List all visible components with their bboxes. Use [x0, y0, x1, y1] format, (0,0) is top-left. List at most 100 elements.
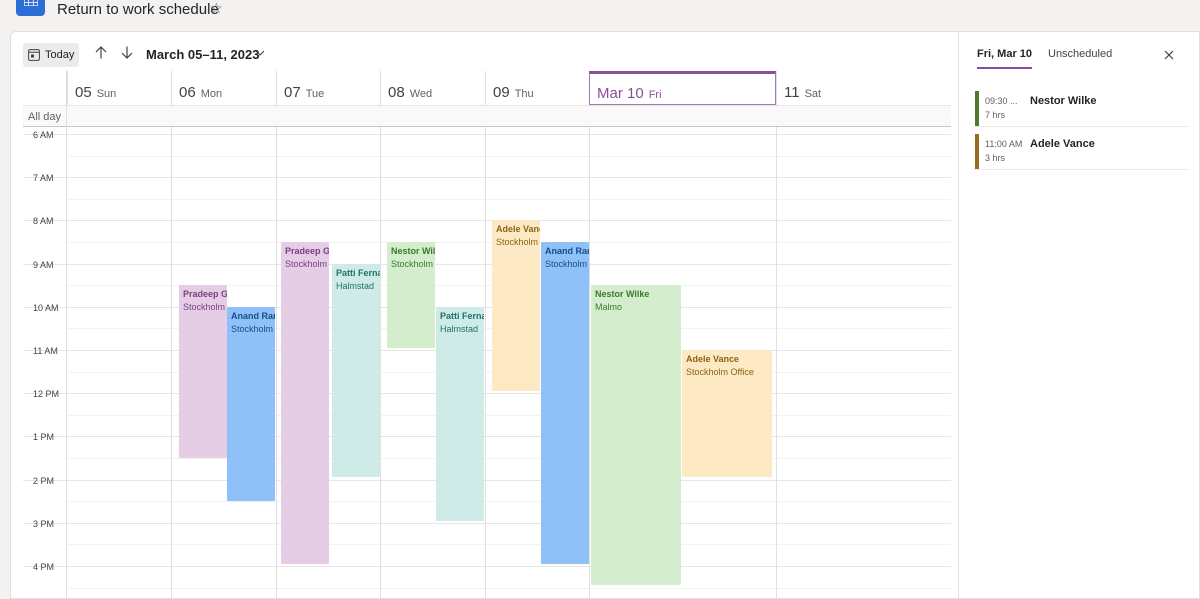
day-header-sun[interactable]: 05 Sun	[67, 71, 171, 105]
page-title: Return to work schedule	[57, 1, 219, 18]
day-number: 09 Thu	[493, 84, 534, 101]
hour-label: 4 PM	[33, 562, 55, 572]
hour-line	[23, 177, 951, 179]
day-header-sat[interactable]: 11 Sat	[776, 71, 951, 105]
date-range-label[interactable]: March 05–11, 2023	[146, 47, 259, 62]
event-color-bar	[975, 134, 979, 169]
day-header-wed[interactable]: 08 Wed	[380, 71, 485, 105]
event-person: Anand Raman	[545, 246, 589, 256]
day-column-divider	[776, 127, 777, 598]
hour-line	[23, 263, 951, 265]
day-number: Mar 10 Fri	[597, 85, 662, 102]
arrow-down-icon[interactable]	[121, 46, 133, 59]
hour-line	[23, 306, 951, 308]
event-person: Nestor Wilke	[595, 289, 650, 300]
event-location: Halmstad	[440, 323, 479, 334]
event-location: Stockholm Office	[391, 259, 435, 269]
event-person: Anand Raman	[231, 310, 275, 321]
hour-label: 10 AM	[33, 302, 59, 313]
event-duration: 7 hrs	[985, 110, 1006, 120]
day-number: 05 Sun	[75, 84, 117, 101]
day-of-week: Tue	[305, 88, 325, 100]
time-grid[interactable]: 6 AM 7 AM 8 AM 9 AM 10 AM 11 AM 12 PM 1 PM 2 PM 3…	[23, 71, 951, 598]
day-column-divider	[589, 127, 590, 598]
hour-line	[23, 566, 951, 567]
time-gutter-divider	[66, 71, 67, 598]
week-view: 05 Sun 06 Mon 07 Tue 08 Wed 09 Thu Mar 10 Fri 11 Sat …	[23, 71, 951, 598]
hour-label: 9 AM	[33, 259, 54, 270]
event-person: Adele Vance	[496, 224, 540, 235]
calendar-event[interactable]: Pradeep Gupta Stockholm Office	[179, 285, 227, 458]
day-column-divider	[171, 127, 172, 598]
day-of-week: Mon	[200, 88, 223, 100]
day-number: 11 Sat	[784, 84, 822, 101]
hour-label: 8 AM	[33, 216, 54, 227]
chevron-down-icon[interactable]	[255, 50, 265, 56]
side-panel: Fri, Mar 10 Unscheduled 09:30 ... Nestor…	[958, 32, 1199, 598]
day-header-mon[interactable]: 06 Mon	[171, 71, 276, 105]
all-day-row[interactable]: All day	[23, 105, 951, 127]
tab-unscheduled[interactable]: Unscheduled	[1048, 48, 1112, 60]
day-of-week: Fri	[648, 89, 662, 101]
tab-selected-day[interactable]: Fri, Mar 10	[977, 48, 1033, 69]
half-hour-line	[67, 155, 951, 157]
event-location: Halmstad	[336, 280, 375, 291]
hour-label: 7 AM	[33, 173, 54, 184]
star-outline-icon[interactable]: ☆	[210, 0, 223, 17]
hour-line	[23, 393, 951, 395]
list-item[interactable]: 09:30 ... Nestor Wilke 7 hrs	[975, 91, 1189, 127]
day-column-divider	[485, 127, 486, 598]
event-location: Malmo	[595, 302, 623, 313]
day-of-week: Thu	[514, 88, 534, 100]
day-number: 07 Tue	[284, 84, 325, 101]
day-header-fri[interactable]: Mar 10 Fri	[589, 71, 776, 105]
today-label: Today	[45, 49, 75, 61]
event-person: Adele Vance	[686, 354, 740, 364]
hour-label: 6 AM	[33, 130, 54, 140]
calendar-event[interactable]: Pradeep Gupta Stockholm Office	[281, 242, 329, 564]
half-hour-line	[67, 198, 951, 200]
half-hour-line	[67, 587, 951, 589]
close-icon[interactable]	[1164, 50, 1174, 60]
list-item[interactable]: 11:00 AM Adele Vance 3 hrs	[975, 134, 1189, 170]
event-person: Patti Fernandez	[440, 310, 484, 321]
calendar-event[interactable]: Patti Fernandez Halmstad	[436, 306, 484, 521]
calendar-event[interactable]: Nestor Wilke Stockholm Office	[387, 242, 435, 348]
event-person: Adele Vance	[1030, 138, 1095, 150]
hour-label: 11 AM	[33, 346, 58, 356]
event-location: Stockholm Office	[231, 323, 275, 334]
half-hour-line	[67, 544, 951, 546]
hour-line	[23, 220, 951, 222]
calendar-toolbar: Today March 05–11, 2023	[11, 32, 957, 72]
day-header-thu[interactable]: 09 Thu	[485, 71, 589, 105]
day-number: 06 Mon	[179, 84, 223, 101]
event-duration: 3 hrs	[985, 153, 1006, 163]
event-person: Patti Fernandez	[336, 267, 380, 278]
all-day-label: All day	[28, 111, 62, 123]
calendar-card: Today March 05–11, 2023 05 Sun 06 Mon 07 Tue 0…	[10, 31, 1200, 599]
event-person: Nestor Wilke	[1030, 95, 1097, 107]
event-person: Pradeep Gupta	[285, 246, 329, 256]
event-location: Stockholm Office	[183, 302, 227, 313]
arrow-up-icon[interactable]	[95, 46, 107, 59]
today-button[interactable]: Today	[23, 43, 79, 67]
half-hour-line	[67, 501, 951, 503]
calendar-event[interactable]: Patti Fernandez Halmstad	[332, 263, 380, 478]
calendar-event[interactable]: Adele Vance Stockholm Office	[492, 220, 540, 392]
day-headers: 05 Sun 06 Mon 07 Tue 08 Wed 09 Thu Mar 10 Fri 11 Sat	[23, 71, 951, 105]
half-hour-line	[67, 458, 951, 459]
title-bar: Return to work schedule ☆	[0, 0, 1200, 30]
calendar-today-icon	[28, 49, 40, 61]
day-of-week: Sat	[804, 88, 822, 100]
hour-line	[23, 479, 951, 481]
event-location: Stockholm Office	[285, 259, 329, 269]
hour-line	[23, 350, 951, 351]
calendar-event[interactable]: Anand Raman Stockholm Office	[227, 306, 275, 502]
day-of-week: Wed	[409, 88, 433, 100]
calendar-event[interactable]: Anand Raman Stockholm Office	[541, 242, 589, 564]
day-column-divider	[276, 127, 277, 598]
calendar-event[interactable]: Adele Vance Stockholm Office	[682, 350, 772, 478]
event-time: 09:30 ...	[985, 96, 1018, 106]
day-header-tue[interactable]: 07 Tue	[276, 71, 380, 105]
calendar-event[interactable]: Nestor Wilke Malmo	[591, 285, 681, 586]
